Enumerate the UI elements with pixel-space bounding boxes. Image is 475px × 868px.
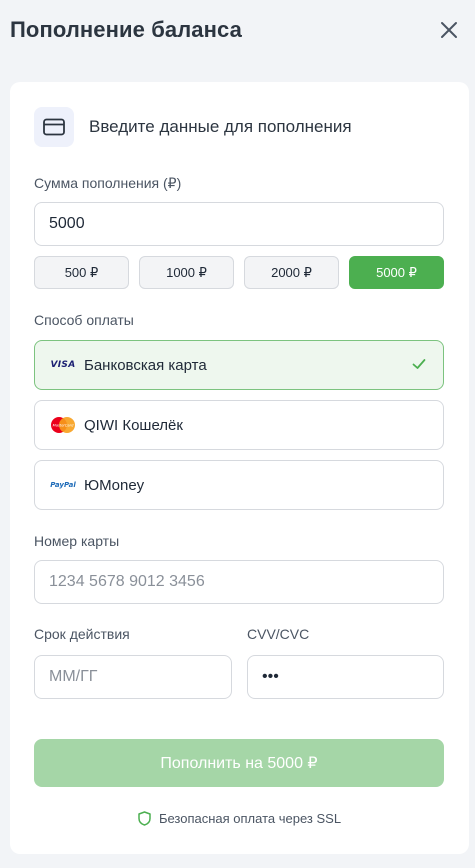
topup-form-card: Введите данные для пополнения Сумма попо… xyxy=(10,82,469,854)
payment-method-name: ЮMoney xyxy=(84,477,145,494)
amount-label: Сумма пополнения (₽) xyxy=(34,175,182,191)
secure-payment-text: Безопасная оплата через SSL xyxy=(158,810,342,826)
close-icon xyxy=(441,22,457,38)
cvv-input[interactable] xyxy=(247,655,444,699)
submit-button[interactable]: Пополнить на 5000 ₽ xyxy=(34,739,444,787)
close-button[interactable] xyxy=(436,17,462,43)
form-heading: Введите данные для пополнения xyxy=(89,117,352,136)
amount-preset-2000[interactable]: 2000 ₽ xyxy=(244,256,339,289)
cvv-label: CVV/CVC xyxy=(247,626,310,642)
amount-preset-5000[interactable]: 5000 ₽ xyxy=(349,256,444,289)
payment-method-name: QIWI Кошелёк xyxy=(84,417,183,434)
mastercard-icon: MasterCard xyxy=(49,416,77,434)
amount-input[interactable] xyxy=(34,202,444,246)
card-number-label: Номер карты xyxy=(34,533,120,549)
modal-header: Пополнение баланса xyxy=(0,0,475,60)
svg-text:MasterCard: MasterCard xyxy=(53,424,74,428)
check-icon xyxy=(412,359,426,369)
shield-icon xyxy=(138,810,151,826)
payment-method-name: Банковская карта xyxy=(84,357,207,374)
paypal-icon: PayPal xyxy=(50,481,76,489)
payment-method-yoomoney[interactable]: PayPal ЮMoney xyxy=(34,460,444,510)
amount-preset-500[interactable]: 500 ₽ xyxy=(34,256,129,289)
credit-card-icon xyxy=(34,107,74,147)
secure-payment-note: Безопасная оплата через SSL xyxy=(10,809,469,827)
payment-method-qiwi[interactable]: MasterCard QIWI Кошелёк xyxy=(34,400,444,450)
expiry-label: Срок действия xyxy=(34,626,130,642)
amount-preset-1000[interactable]: 1000 ₽ xyxy=(139,256,234,289)
modal-title: Пополнение баланса xyxy=(10,17,242,42)
payment-method-bank-card[interactable]: VISA Банковская карта xyxy=(34,340,444,390)
payment-method-label: Способ оплаты xyxy=(34,312,134,328)
card-number-input[interactable] xyxy=(34,560,444,604)
visa-icon: VISA xyxy=(50,360,76,370)
expiry-input[interactable] xyxy=(34,655,232,699)
